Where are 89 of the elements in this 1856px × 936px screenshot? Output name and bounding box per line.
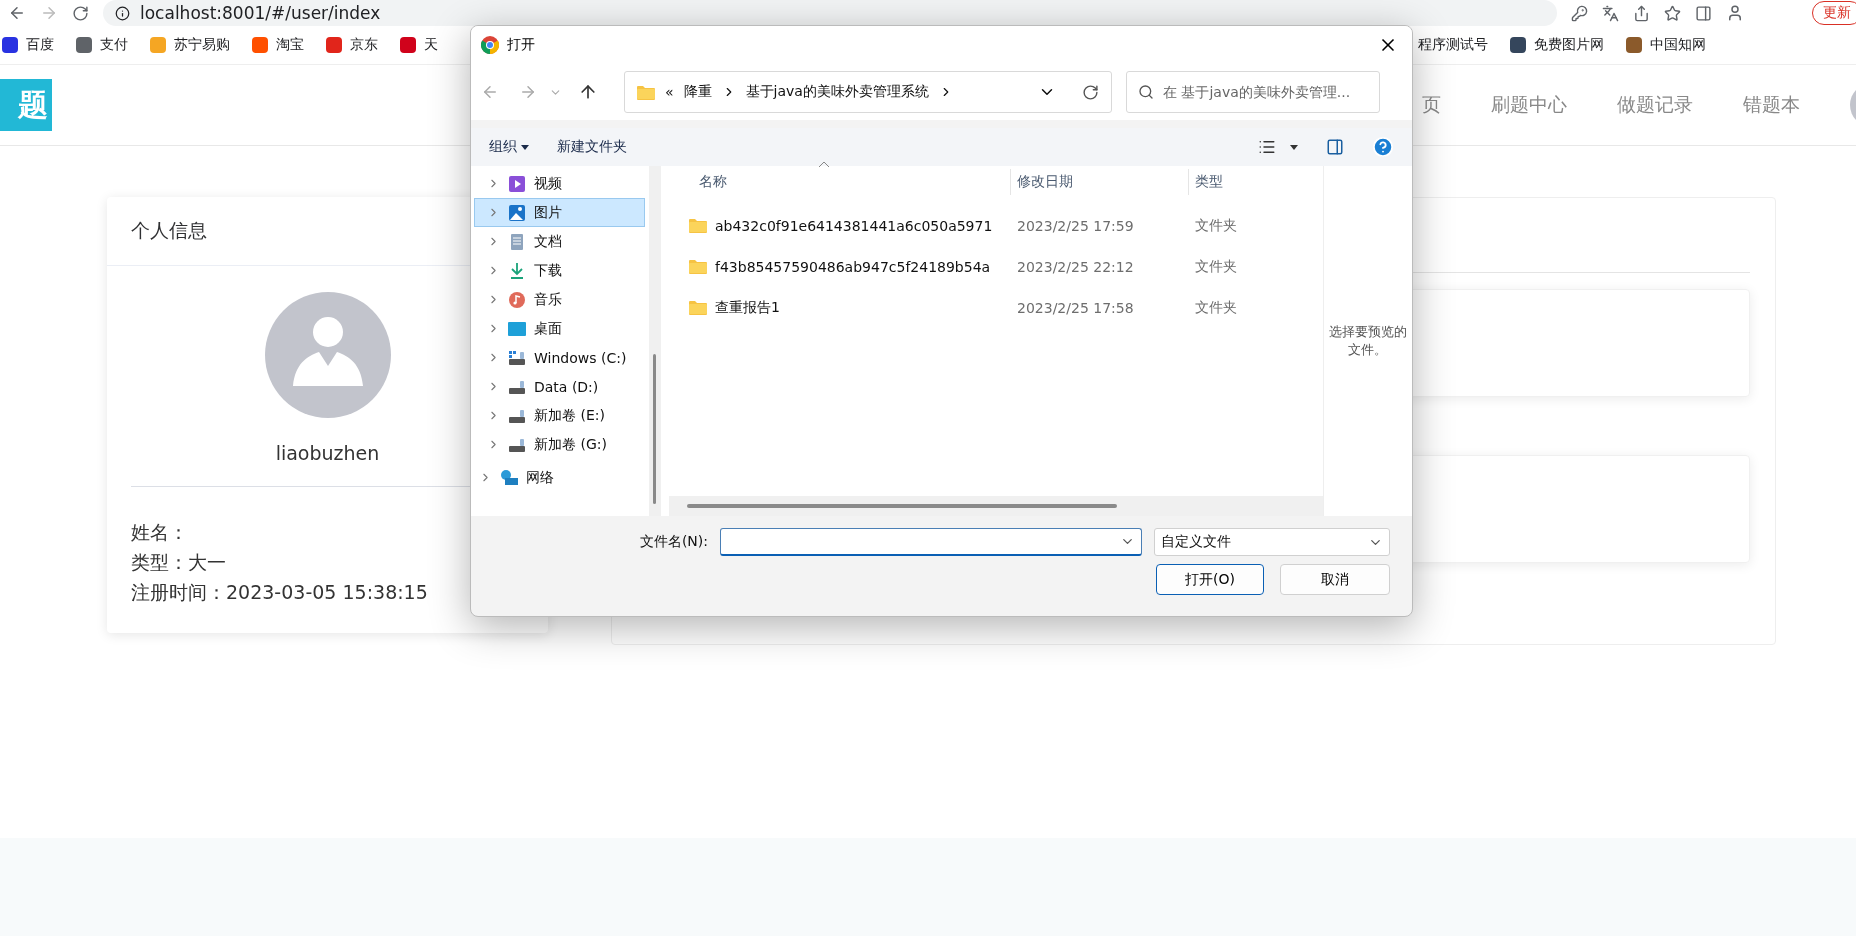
chrome-logo-icon	[481, 36, 499, 54]
folder-icon	[689, 218, 707, 233]
video-icon	[508, 174, 526, 193]
key-icon[interactable]	[1571, 4, 1588, 22]
file-date: 2023/2/25 17:58	[1017, 299, 1134, 316]
picture-icon	[508, 203, 526, 222]
nav-pane-item[interactable]: 桌面	[474, 314, 645, 343]
address-bar[interactable]: localhost:8001/#/user/index	[103, 0, 1557, 26]
bookmark-link[interactable]: 程序测试号	[1418, 36, 1488, 54]
column-header[interactable]: 修改日期	[1011, 169, 1189, 195]
filename-field[interactable]	[720, 528, 1142, 556]
side-panel-icon[interactable]	[1695, 4, 1712, 22]
file-type: 文件夹	[1195, 298, 1237, 317]
bookmark-link[interactable]: 京东	[326, 36, 378, 54]
folder-icon	[689, 300, 707, 315]
file-name[interactable]: 查重报告1	[715, 298, 780, 317]
nav-pane-item[interactable]: 文档	[474, 227, 645, 256]
nav-pane-item[interactable]: 视频	[474, 169, 645, 198]
bookmark-link[interactable]: 支付	[76, 36, 128, 54]
file-date: 2023/2/25 17:59	[1017, 217, 1134, 234]
bookmark-link[interactable]: 免费图片网	[1510, 36, 1604, 54]
column-header[interactable]: 类型	[1189, 169, 1299, 195]
sort-caret-icon	[819, 161, 829, 167]
dialog-button[interactable]: 打开(O)	[1156, 564, 1264, 595]
folder-icon	[637, 84, 655, 100]
search-field[interactable]: 在 基于java的美味外卖管理...	[1126, 71, 1380, 113]
dialog-title: 打开	[507, 36, 535, 54]
share-icon[interactable]	[1633, 4, 1650, 22]
overflow-mark[interactable]: «	[665, 84, 674, 100]
nav-pane-item[interactable]: 图片	[474, 198, 645, 227]
folder-icon	[689, 259, 707, 274]
nav-pane-item[interactable]: 新加卷 (E:)	[474, 401, 645, 430]
bookmark-link[interactable]: 淘宝	[252, 36, 304, 54]
info-line: 姓名：	[131, 520, 189, 545]
toolbar-button[interactable]: 组织	[489, 138, 529, 156]
nav-pane-item[interactable]: 网络	[474, 463, 645, 492]
nav-pane-item[interactable]: 新加卷 (G:)	[474, 430, 645, 459]
help-icon[interactable]	[1372, 136, 1394, 158]
back-icon[interactable]	[8, 4, 26, 22]
bookmark-link[interactable]: 中国知网	[1626, 36, 1706, 54]
drive-icon	[508, 348, 526, 367]
info-icon	[115, 5, 130, 21]
translate-icon[interactable]	[1602, 4, 1619, 22]
file-type: 文件夹	[1195, 257, 1237, 276]
breadcrumb-item[interactable]: 基于java的美味外卖管理系统	[745, 83, 929, 101]
nav-link[interactable]: 做题记录	[1617, 92, 1693, 118]
file-type: 文件夹	[1195, 216, 1237, 235]
dialog-button[interactable]: 取消	[1280, 564, 1390, 595]
scrollbar[interactable]	[669, 496, 1323, 516]
update-button[interactable]: 更新	[1812, 1, 1856, 25]
bookmark-link[interactable]: 天	[400, 36, 438, 54]
nav-link[interactable]: 页	[1422, 92, 1441, 118]
filename-label: 文件名(N):	[639, 533, 708, 551]
nav-link[interactable]: 错题本	[1743, 92, 1800, 118]
info-line: 类型：大一	[131, 550, 227, 575]
scrollbar[interactable]	[649, 166, 661, 516]
username: liaobuzhen	[275, 442, 380, 464]
nav-pane-item[interactable]: Windows (C:)	[474, 343, 645, 372]
avatar-icon	[264, 292, 391, 418]
nav-pane-item[interactable]: 音乐	[474, 285, 645, 314]
nav-pane-item[interactable]: Data (D:)	[474, 372, 645, 401]
toolbar-button[interactable]: 新建文件夹	[557, 138, 627, 156]
music-icon	[508, 290, 526, 309]
file-name[interactable]: ab432c0f91e6414381441a6c050a5971	[715, 217, 993, 234]
desktop-icon	[508, 319, 526, 338]
breadcrumb-item[interactable]: 降重	[683, 83, 712, 101]
search-icon	[1138, 84, 1154, 100]
nav-pane-item[interactable]: 下载	[474, 256, 645, 285]
reload-icon[interactable]	[72, 4, 89, 22]
file-type-select[interactable]: 自定义文件	[1154, 528, 1390, 556]
bookmark-link[interactable]: 苏宁易购	[150, 36, 230, 54]
preview-hint: 选择要预览的文件。	[1328, 323, 1407, 359]
preview-pane-icon[interactable]	[1326, 138, 1344, 156]
bookmark-star-icon[interactable]	[1664, 4, 1681, 22]
view-list-icon[interactable]	[1258, 138, 1276, 156]
document-icon	[508, 232, 526, 251]
network-icon	[500, 468, 518, 487]
nav-link[interactable]: 刷题中心	[1491, 92, 1567, 118]
card-title: 个人信息	[131, 218, 207, 243]
refresh-icon[interactable]	[1082, 83, 1099, 101]
bookmark-link[interactable]: 百度	[2, 36, 54, 54]
download-icon	[508, 261, 526, 280]
file-name[interactable]: f43b85457590486ab947c5f24189b54a	[715, 258, 991, 275]
info-line: 注册时间：2023-03-05 15:38:15	[131, 580, 429, 605]
file-date: 2023/2/25 22:12	[1017, 258, 1134, 275]
column-header[interactable]: 名称	[669, 169, 1011, 195]
path-bar[interactable]: « 降重 基于java的美味外卖管理系统	[624, 71, 1112, 113]
profile-icon[interactable]	[1726, 4, 1744, 22]
caret-icon[interactable]	[1290, 144, 1298, 150]
